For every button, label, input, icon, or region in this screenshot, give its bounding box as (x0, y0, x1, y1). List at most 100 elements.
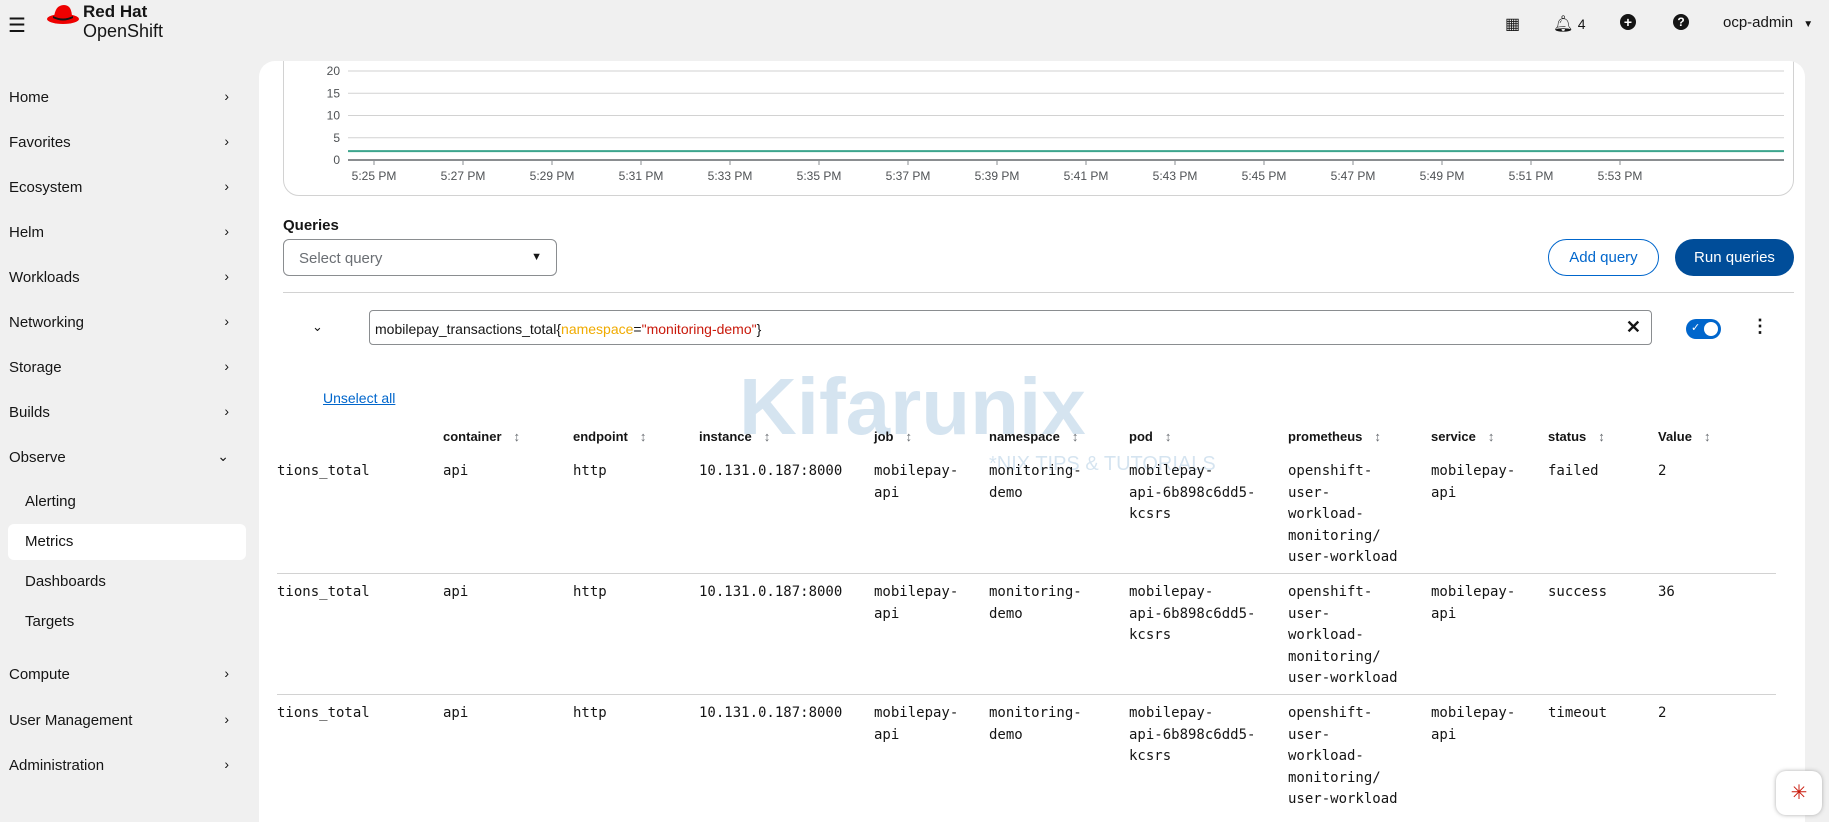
select-query-dropdown[interactable]: Select query ▼ (283, 239, 557, 276)
column-header-label: namespace (989, 429, 1060, 444)
sidebar-item-label: Storage (9, 359, 62, 376)
main-content: 20 15 10 5 0 5:25 PM 5:27 PM 5:29 PM 5:31 PM 5:33… (259, 61, 1805, 822)
sidebar-item-user-management[interactable]: User Management › (9, 711, 249, 729)
column-header-label: service (1431, 429, 1476, 444)
chevron-right-icon: › (224, 665, 229, 681)
table-cell: mobilepay- api (1431, 463, 1516, 501)
column-header-label: endpoint (573, 429, 628, 444)
column-header-status[interactable]: status ↕ (1548, 429, 1605, 444)
sidebar-item-storage[interactable]: Storage › (9, 358, 249, 376)
sort-icon: ↕ (1487, 429, 1495, 444)
brand-bottom: OpenShift (83, 21, 164, 41)
expr-value: "monitoring-demo" (641, 321, 757, 337)
column-header-pod[interactable]: pod ↕ (1129, 429, 1171, 444)
x-tick-label: 5:27 PM (441, 169, 486, 183)
table-cell: tions_total (277, 705, 370, 721)
chevron-right-icon: › (224, 403, 229, 419)
sidebar-item-label: Administration (9, 757, 105, 774)
column-header-prometheus[interactable]: prometheus ↕ (1288, 429, 1381, 444)
expr-label: namespace (561, 321, 634, 337)
sidebar-item-home[interactable]: Home › (9, 88, 249, 106)
chevron-right-icon: › (224, 268, 229, 284)
run-queries-button[interactable]: Run queries (1675, 239, 1794, 276)
notification-count: 4 (1577, 16, 1586, 32)
sort-icon: ↕ (513, 429, 521, 444)
y-tick-label: 10 (327, 109, 341, 123)
column-header-service[interactable]: service ↕ (1431, 429, 1494, 444)
sidebar-item-helm[interactable]: Helm › (9, 223, 249, 241)
expr-brace-close: } (756, 321, 762, 337)
table-cell: mobilepay- api-6b898c6dd5- kcsrs (1129, 584, 1256, 644)
table-cell: mobilepay- api (1431, 705, 1516, 743)
sidebar-subitem-metrics[interactable]: Metrics (25, 533, 73, 550)
user-menu[interactable]: ocp-admin ▼ (1723, 14, 1813, 31)
bell-icon: 🔔︎ (1553, 16, 1574, 33)
sidebar-item-builds[interactable]: Builds › (9, 403, 249, 421)
table-cell: tions_total (277, 463, 370, 479)
sidebar-item-favorites[interactable]: Favorites › (9, 133, 249, 151)
column-header-endpoint[interactable]: endpoint ↕ (573, 429, 646, 444)
x-tick-label: 5:37 PM (886, 169, 931, 183)
chevron-right-icon: › (224, 133, 229, 149)
row-divider (277, 573, 1776, 574)
sort-icon: ↕ (1164, 429, 1172, 444)
column-header-label: status (1548, 429, 1587, 444)
sidebar-item-observe[interactable]: Observe ⌄ (9, 448, 249, 466)
collapse-query-chevron-icon[interactable]: ⌄ (312, 319, 323, 335)
app-launcher-icon[interactable]: ▦ (1505, 14, 1520, 34)
x-tick-label: 5:41 PM (1064, 169, 1109, 183)
table-cell: 2 (1658, 463, 1667, 479)
sidebar-item-label: Home (9, 89, 50, 106)
menu-toggle[interactable]: ☰ (8, 13, 26, 38)
quickstart-float-button[interactable]: ✳︎ (1776, 771, 1822, 815)
column-header-value[interactable]: Value ↕ (1658, 429, 1710, 444)
column-header-job[interactable]: job ↕ (874, 429, 912, 444)
x-tick-label: 5:29 PM (530, 169, 575, 183)
x-tick-label: 5:33 PM (708, 169, 753, 183)
sidebar-item-label: Ecosystem (9, 179, 83, 196)
query-enable-toggle[interactable]: ✓ (1686, 319, 1721, 339)
sidebar-subitem-dashboards[interactable]: Dashboards (25, 573, 106, 590)
table-cell: monitoring- demo (989, 584, 1082, 622)
add-icon[interactable]: + (1620, 14, 1636, 30)
column-header-instance[interactable]: instance ↕ (699, 429, 770, 444)
table-cell: timeout (1548, 705, 1608, 721)
column-header-container[interactable]: container ↕ (443, 429, 520, 444)
add-query-button[interactable]: Add query (1548, 239, 1659, 276)
sidebar-item-ecosystem[interactable]: Ecosystem › (9, 178, 249, 196)
divider (283, 292, 1794, 293)
notifications-button[interactable]: 🔔︎ 4 (1553, 14, 1586, 34)
sidebar-item-compute[interactable]: Compute › (9, 665, 249, 683)
expr-eq: = (633, 321, 642, 337)
unselect-all-link[interactable]: Unselect all (323, 390, 395, 406)
table-cell: 2 (1658, 705, 1667, 721)
chevron-down-icon: ⌄ (217, 448, 229, 464)
table-cell: 10.131.0.187:8000 (699, 463, 843, 479)
column-header-label: job (874, 429, 894, 444)
column-header-namespace[interactable]: namespace ↕ (989, 429, 1078, 444)
y-tick-label: 0 (333, 153, 340, 167)
x-tick-label: 5:53 PM (1598, 169, 1643, 183)
sidebar-subitem-targets[interactable]: Targets (25, 613, 74, 630)
sidebar-item-label: Observe (9, 449, 66, 466)
table-cell: monitoring- demo (989, 463, 1082, 501)
sidebar-item-workloads[interactable]: Workloads › (9, 268, 249, 286)
x-tick-label: 5:47 PM (1331, 169, 1376, 183)
x-tick-label: 5:45 PM (1242, 169, 1287, 183)
username: ocp-admin (1723, 14, 1794, 31)
sidebar-item-label: Builds (9, 404, 50, 421)
table-cell: openshift- user- workload- monitoring/ u… (1288, 705, 1398, 808)
sidebar-item-administration[interactable]: Administration › (9, 756, 249, 774)
clear-icon[interactable]: ✕ (1626, 317, 1641, 338)
table-cell: mobilepay- api (874, 463, 959, 501)
chevron-right-icon: › (224, 313, 229, 329)
brand-logo[interactable]: Red Hat OpenShift (46, 2, 176, 42)
table-cell: api (443, 463, 469, 479)
sidebar-subitem-alerting[interactable]: Alerting (25, 493, 76, 510)
chevron-right-icon: › (224, 223, 229, 239)
help-icon[interactable]: ? (1673, 14, 1689, 30)
query-expression-input[interactable]: mobilepay_transactions_total{namespace="… (369, 310, 1652, 345)
kebab-menu-icon[interactable]: ⋮ (1751, 316, 1769, 337)
sidebar-item-networking[interactable]: Networking › (9, 313, 249, 331)
sidebar-item-label: Networking (9, 314, 85, 331)
